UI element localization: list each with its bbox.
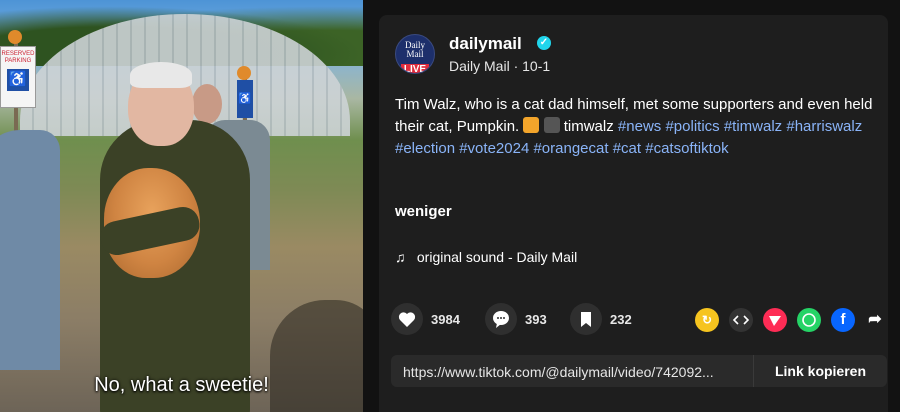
hashtag-link[interactable]: #politics [665, 118, 719, 135]
copy-link-button[interactable]: Link kopieren [753, 355, 887, 387]
parking-sign: RESERVED PARKING ♿ [0, 46, 36, 108]
post-details-panel: Daily Mail LIVE dailymail ✓ Daily Mail ·… [379, 15, 888, 412]
repost-icon[interactable]: ↻ [695, 308, 719, 332]
man-hair [130, 62, 192, 88]
video-caption: No, what a sweetie! [94, 374, 269, 396]
cat-emoji-icon [523, 117, 540, 133]
embed-icon[interactable] [729, 308, 753, 332]
hashtag-link[interactable]: #catsoftiktok [645, 140, 728, 157]
avatar-logo-text: Daily Mail [405, 40, 425, 59]
music-note-icon: ♫ [395, 249, 406, 265]
verified-badge-icon: ✓ [537, 36, 551, 50]
hashtag-link[interactable]: #orangecat [533, 140, 608, 157]
bookmark-icon [570, 303, 602, 335]
comment-icon [485, 303, 517, 335]
facebook-icon[interactable]: f [831, 308, 855, 332]
person-left [0, 130, 60, 370]
hashtag-link[interactable]: #news [618, 118, 661, 135]
post-description: Tim Walz, who is a cat dad himself, met … [395, 94, 881, 160]
comment-count: 393 [525, 312, 547, 327]
video-player[interactable]: RESERVED PARKING ♿ ♿ No, what a sweetie! [0, 0, 363, 412]
hashtag-link[interactable]: #election [395, 140, 455, 157]
sound-link[interactable]: ♫ original sound - Daily Mail [395, 249, 577, 265]
accessible-sign: ♿ [237, 80, 253, 118]
hashtag-link[interactable]: #timwalz [724, 118, 782, 135]
pole-top-2 [237, 66, 251, 80]
author-username[interactable]: dailymail [449, 34, 522, 54]
hashtag-link[interactable]: #harriswalz [786, 118, 862, 135]
avatar[interactable]: Daily Mail LIVE [395, 34, 435, 74]
man-background-head [192, 84, 222, 124]
avatar-live-badge: LIVE [400, 64, 430, 73]
heart-icon [391, 303, 423, 335]
video-url[interactable]: https://www.tiktok.com/@dailymail/video/… [403, 364, 755, 380]
send-icon[interactable] [763, 308, 787, 332]
mention-link[interactable]: timwalz [564, 118, 614, 135]
show-less-button[interactable]: weniger [395, 203, 452, 220]
author-name-date: Daily Mail · 10-1 [449, 58, 551, 74]
hashtag-link[interactable]: #cat [613, 140, 641, 157]
whatsapp-icon[interactable] [797, 308, 821, 332]
share-arrow-icon[interactable]: ➦ [863, 308, 887, 332]
link-box: https://www.tiktok.com/@dailymail/video/… [391, 355, 887, 387]
sound-title: original sound - Daily Mail [416, 249, 578, 265]
hashtag-link[interactable]: #vote2024 [459, 140, 529, 157]
pole-top [8, 30, 22, 44]
like-count: 3984 [431, 312, 460, 327]
save-count: 232 [610, 312, 632, 327]
camera-emoji-icon [543, 117, 560, 133]
